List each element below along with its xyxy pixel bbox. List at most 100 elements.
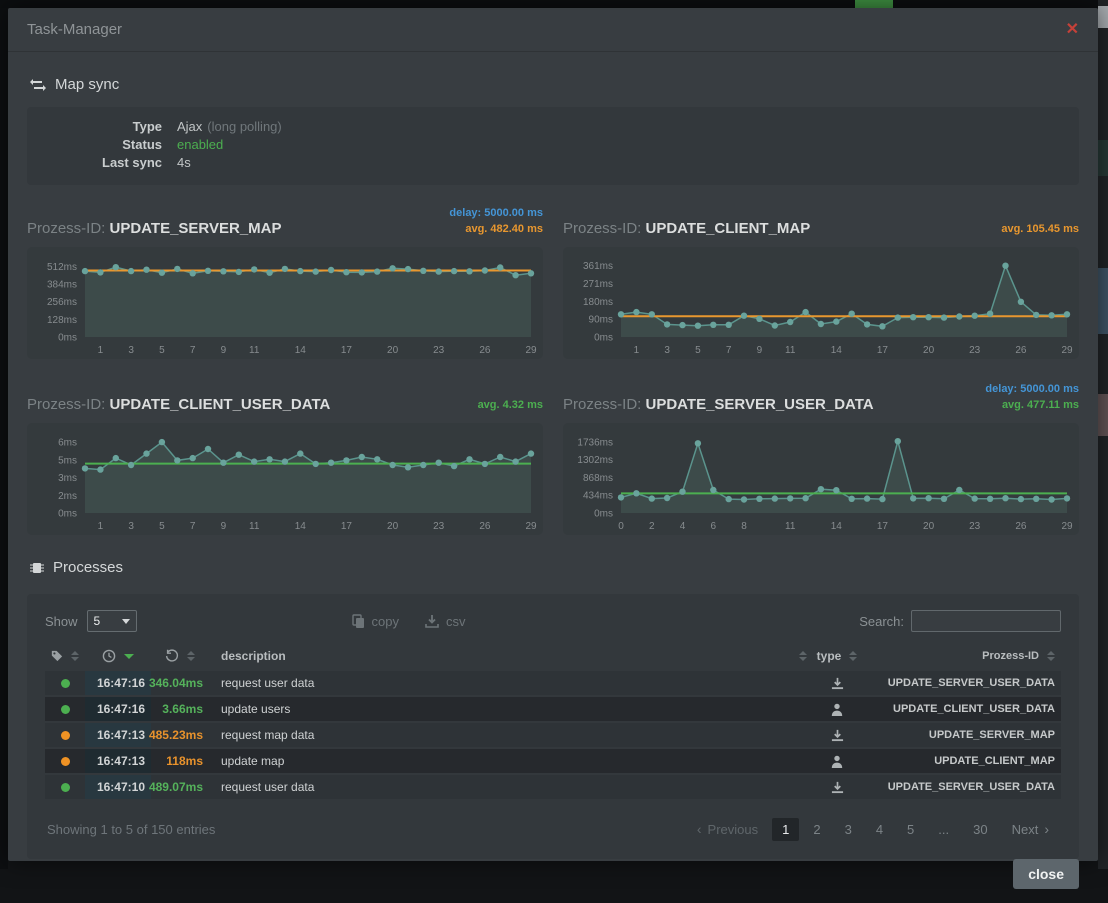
chip-icon [29,560,45,576]
chart-svg: 0ms128ms256ms384ms512ms13579111417202326… [27,247,543,359]
duration-cell: 3.66ms [151,697,209,721]
time-cell: 16:47:16 [85,697,151,721]
pagination-page-3[interactable]: 3 [835,818,862,841]
sort-indicator[interactable] [187,651,195,661]
type-label: Type [27,118,162,136]
page-scrollbar-thumb[interactable] [1098,6,1108,28]
type-cell [813,697,861,721]
chart-title-prefix: Prozess-ID: [27,220,110,237]
svg-text:4: 4 [680,521,686,532]
svg-text:256ms: 256ms [47,297,77,308]
svg-text:384ms: 384ms [47,280,77,291]
column-header-duration[interactable] [151,644,209,668]
svg-text:11: 11 [249,345,260,356]
chart-avg-badge: avg. 4.32 ms [478,397,543,413]
chart-process-name: UPDATE_CLIENT_USER_DATA [110,396,331,413]
last-sync-value: 4s [177,154,191,172]
status-cell [45,697,85,721]
prozess-id-cell: UPDATE_SERVER_USER_DATA [861,671,1061,695]
page-length-select[interactable]: 5 [87,610,137,632]
svg-text:0ms: 0ms [594,333,613,344]
svg-text:271ms: 271ms [583,279,613,290]
background-page-right-edge [1098,0,1108,869]
close-button[interactable]: close [1013,859,1079,889]
pagination-page-1[interactable]: 1 [772,818,799,841]
pagination-page-4[interactable]: 4 [866,818,893,841]
table-row[interactable]: 16:47:16 346.04ms request user data UPDA… [45,671,1061,695]
time-cell: 16:47:13 [85,749,151,773]
task-manager-modal: Task-Manager ✕ Map sync Type Ajax(long p… [8,8,1098,861]
background-page-left-edge [0,8,8,869]
csv-button[interactable]: csv [425,614,466,629]
pagination-page-30[interactable]: 30 [963,818,997,841]
svg-text:14: 14 [831,521,843,532]
svg-text:20: 20 [387,345,399,356]
pagination-page-...[interactable]: ... [928,818,959,841]
modal-title: Task-Manager [27,21,122,38]
time-cell: 16:47:13 [85,723,151,747]
chart-process-name: UPDATE_SERVER_MAP [110,220,282,237]
download-icon [425,614,439,628]
svg-text:6ms: 6ms [58,438,77,449]
svg-text:17: 17 [877,521,889,532]
svg-text:5: 5 [159,521,165,532]
pagination-next[interactable]: Next› [1002,817,1059,841]
svg-text:14: 14 [295,521,307,532]
chart-block-update_server_user_data: Prozess-ID: UPDATE_SERVER_USER_DATA dela… [563,377,1079,535]
download-icon [831,781,844,794]
chart-svg: 0ms2ms3ms5ms6ms1357911141720232629 [27,423,543,535]
table-row[interactable]: 16:47:13 485.23ms request map data UPDAT… [45,723,1061,747]
sort-indicator[interactable] [1047,651,1055,661]
svg-text:11: 11 [249,521,260,532]
svg-text:128ms: 128ms [47,315,77,326]
download-icon [831,677,844,690]
column-header-time[interactable] [85,644,151,668]
status-cell [45,749,85,773]
chart-title-prefix: Prozess-ID: [563,396,646,413]
chart-process-name: UPDATE_CLIENT_MAP [646,220,811,237]
svg-text:1736ms: 1736ms [577,437,613,448]
table-row[interactable]: 16:47:13 118ms update map UPDATE_CLIENT_… [45,749,1061,773]
svg-text:11: 11 [785,521,796,532]
search-input[interactable] [911,610,1061,632]
svg-text:23: 23 [969,521,981,532]
close-icon[interactable]: ✕ [1066,22,1079,38]
column-header-type[interactable]: type [813,644,861,668]
info-row-status: Status enabled [27,136,1079,154]
svg-text:1: 1 [634,345,640,356]
svg-text:20: 20 [923,345,935,356]
charts-grid: Prozess-ID: UPDATE_SERVER_MAP delay: 500… [27,201,1079,535]
chevron-down-icon [122,619,130,624]
copy-button-label: copy [372,614,399,629]
table-row[interactable]: 16:47:10 489.07ms request user data UPDA… [45,775,1061,799]
chart-process-name: UPDATE_SERVER_USER_DATA [646,396,874,413]
svg-text:180ms: 180ms [583,297,613,308]
pagination-page-5[interactable]: 5 [897,818,924,841]
copy-button[interactable]: copy [352,614,399,629]
copy-icon [352,614,365,629]
chevron-left-icon: ‹ [697,821,702,837]
column-header-prozess-id[interactable]: Prozess-ID [861,644,1061,668]
pagination-previous[interactable]: ‹Previous [687,817,768,841]
status-cell [45,671,85,695]
entries-info: Showing 1 to 5 of 150 entries [47,822,215,837]
sort-indicator[interactable] [849,651,857,661]
duration-cell: 346.04ms [151,671,209,695]
user-icon [831,755,843,768]
table-header-row: description type Prozess-ID [45,644,1061,668]
sort-indicator[interactable] [799,651,807,661]
clock-icon [102,649,116,663]
sort-indicator-desc[interactable] [124,654,134,659]
prozess-id-cell: UPDATE_SERVER_USER_DATA [861,775,1061,799]
svg-text:17: 17 [877,345,889,356]
column-header-status[interactable] [45,644,85,668]
pagination-page-2[interactable]: 2 [803,818,830,841]
column-header-description[interactable]: description [209,644,813,668]
description-cell: request user data [209,671,813,695]
table-toolbar: Show 5 copy [45,606,1061,636]
sort-indicator[interactable] [71,651,79,661]
svg-text:1302ms: 1302ms [577,455,613,466]
last-sync-label: Last sync [27,154,162,172]
table-row[interactable]: 16:47:16 3.66ms update users UPDATE_CLIE… [45,697,1061,721]
chart-header: Prozess-ID: UPDATE_SERVER_MAP delay: 500… [27,201,543,237]
